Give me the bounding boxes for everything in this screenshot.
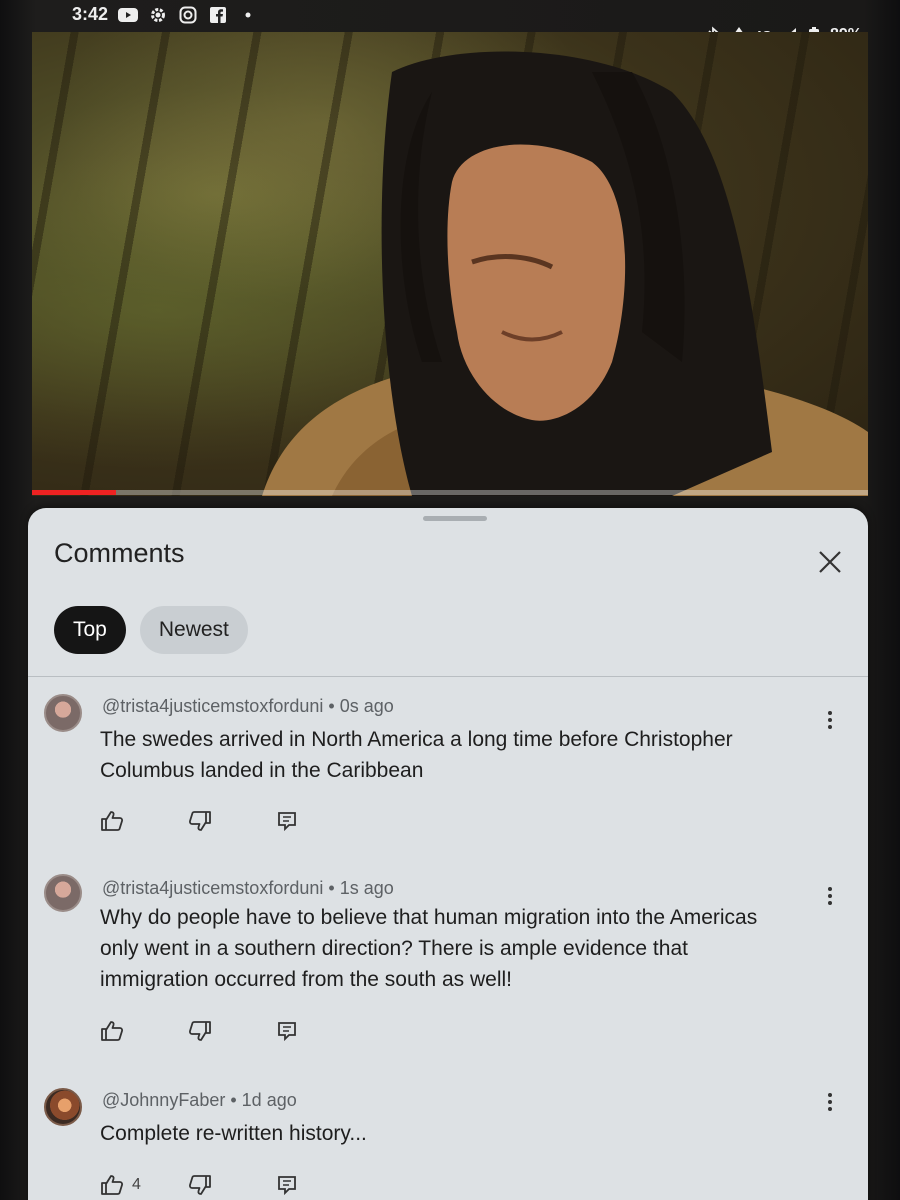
status-time: 3:42 [72,4,109,24]
dislike-button[interactable] [188,1174,276,1196]
meta-separator: • [328,878,340,898]
more-options-button[interactable] [818,706,842,734]
avatar[interactable] [44,694,82,732]
video-player[interactable] [32,32,868,496]
avatar[interactable] [44,1088,82,1126]
comment-actions: 4 [100,1174,364,1196]
video-frame [262,51,868,496]
comment-time: 1d ago [241,1090,297,1110]
comment-time: 1s ago [339,878,394,898]
like-button[interactable] [100,1020,188,1042]
close-button[interactable] [814,546,846,578]
youtube-icon [118,7,139,23]
chip-top[interactable]: Top [54,606,126,654]
divider [28,676,868,677]
drag-handle[interactable] [423,516,487,521]
comment-meta: @trista4justicemstoxforduni • 0s ago [102,696,394,717]
dot-icon [238,7,258,23]
comment-author[interactable]: @trista4justicemstoxforduni [102,878,323,898]
thumbs-down-icon [188,1021,211,1041]
gear-icon [148,7,168,23]
dislike-button[interactable] [188,810,276,832]
more-options-button[interactable] [818,882,842,910]
reply-icon [278,1022,296,1042]
meta-separator: • [230,1090,242,1110]
meta-separator: • [328,696,340,716]
comment-text: Complete re-written history... [100,1122,367,1145]
reply-button[interactable] [276,1020,364,1042]
close-icon [819,551,841,573]
reply-icon [278,812,296,832]
comment-actions [100,810,364,832]
reply-button[interactable] [276,1174,364,1196]
comment-text: Why do people have to believe that human… [100,906,758,991]
thumbs-up-icon [101,811,124,831]
more-options-button[interactable] [818,1088,842,1116]
like-button[interactable] [100,810,188,832]
comment-text: The swedes arrived in North America a lo… [100,728,733,782]
instagram-icon [178,6,198,23]
reply-button[interactable] [276,810,364,832]
video-progress-fill [32,490,116,495]
status-bar: 3:42 4G 89% [40,0,870,44]
comment-author[interactable]: @JohnnyFaber [102,1090,225,1110]
comment-time: 0s ago [339,696,394,716]
chip-newest[interactable]: Newest [139,606,248,654]
thumbs-down-icon [188,1175,211,1195]
thumbs-up-icon [101,1175,124,1195]
sort-chips: Top Newest [54,606,248,654]
comment-actions [100,1020,364,1042]
like-count: 4 [132,1176,141,1193]
reply-icon [278,1176,296,1196]
comment-author[interactable]: @trista4justicemstoxforduni [102,696,323,716]
thumbs-down-icon [188,811,211,831]
comment-meta: @trista4justicemstoxforduni • 1s ago [102,878,394,899]
avatar[interactable] [44,874,82,912]
more-vert-icon [828,1093,832,1111]
like-button[interactable]: 4 [100,1174,188,1196]
comments-title: Comments [54,538,185,568]
video-progress-bar[interactable] [32,490,868,495]
thumbs-up-icon [101,1021,124,1041]
more-vert-icon [828,711,832,729]
facebook-icon [208,6,228,23]
comment-meta: @JohnnyFaber • 1d ago [102,1090,297,1111]
comments-panel: Comments Top Newest @trista4justicemstox… [28,508,868,1200]
dislike-button[interactable] [188,1020,276,1042]
more-vert-icon [828,887,832,905]
